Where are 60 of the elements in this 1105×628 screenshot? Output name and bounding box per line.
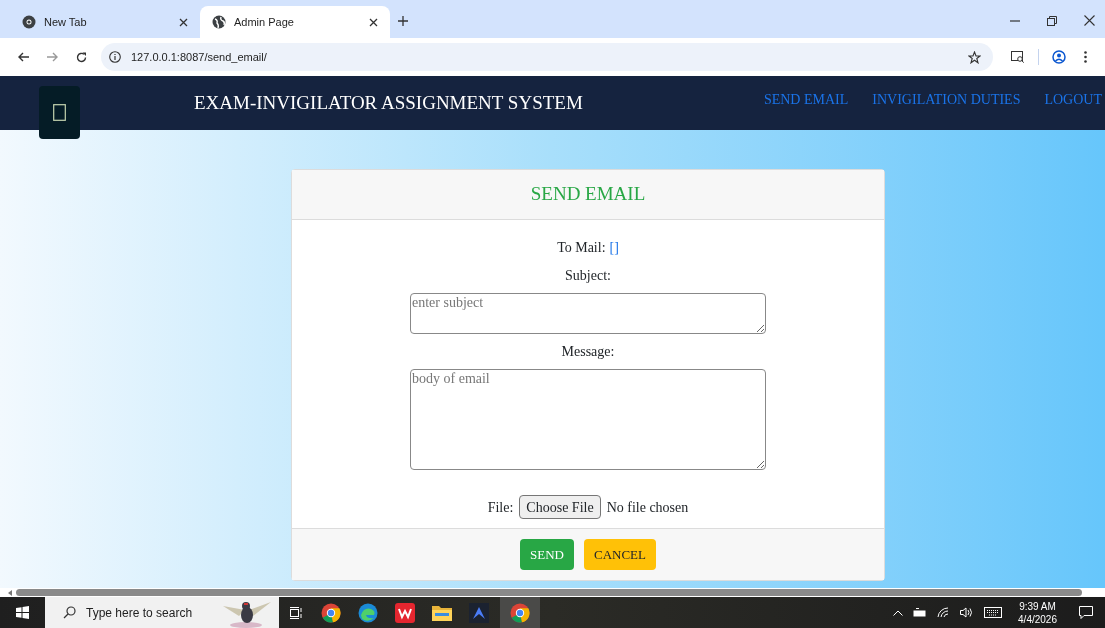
menu-icon[interactable] xyxy=(1084,51,1087,63)
browser-tab[interactable]: New Tab xyxy=(10,6,200,38)
nav-link[interactable]: SEND EMAIL xyxy=(763,88,849,110)
forward-arrow-icon[interactable] xyxy=(47,52,58,62)
tab-title: Admin Page xyxy=(234,14,295,30)
keyboard-icon[interactable] xyxy=(984,607,1003,618)
card-heading: SEND EMAIL xyxy=(530,182,646,207)
folder-app-icon[interactable] xyxy=(432,604,452,621)
star-icon[interactable] xyxy=(968,50,981,64)
url-text: 127.0.0.1:8087/send_email/ xyxy=(131,49,268,65)
app-icon[interactable] xyxy=(469,602,489,623)
cancel-button[interactable]: CANCEL xyxy=(583,539,656,570)
edge-app-icon[interactable] xyxy=(358,602,378,623)
clock-date[interactable]: 4/4/2026 xyxy=(1018,612,1057,626)
speaker-icon[interactable] xyxy=(960,607,975,618)
tab-title: New Tab xyxy=(44,14,88,30)
field-label: Message: xyxy=(561,343,615,361)
recipient-list: [] xyxy=(609,237,619,258)
address-bar[interactable]: 127.0.0.1:8087/send_email/ xyxy=(101,43,993,71)
close-icon[interactable] xyxy=(179,17,188,27)
choose-file-button[interactable]: Choose File xyxy=(519,495,601,519)
plus-icon[interactable] xyxy=(398,16,408,26)
minimize-icon[interactable] xyxy=(1010,19,1020,22)
restore-icon[interactable] xyxy=(1047,15,1057,26)
profile-icon[interactable] xyxy=(1052,50,1066,64)
info-icon[interactable] xyxy=(109,51,121,63)
chevron-up-icon[interactable] xyxy=(893,609,904,616)
chrome-app-icon[interactable] xyxy=(510,602,530,623)
reload-icon[interactable] xyxy=(76,51,87,63)
chrome-app-icon[interactable] xyxy=(321,602,341,623)
windows-logo-icon[interactable] xyxy=(16,606,29,619)
message-field[interactable]: body of email xyxy=(410,369,766,470)
clock-time[interactable]: 9:39 AM xyxy=(1019,599,1056,613)
scroll-left-icon[interactable] xyxy=(8,589,12,596)
nav-link[interactable]: LOGOUT xyxy=(1044,88,1102,110)
field-label: Subject: xyxy=(565,267,611,285)
field-label: File: xyxy=(487,498,514,517)
field-label: To Mail: xyxy=(557,239,606,257)
search-icon xyxy=(63,606,76,619)
page-search-icon[interactable] xyxy=(1011,51,1025,63)
browser-tab[interactable]: Admin Page xyxy=(200,6,390,38)
close-icon[interactable] xyxy=(369,17,378,27)
site-title: EXAM-INVIGILATOR ASSIGNMENT SYSTEM xyxy=(194,90,583,115)
nav-link[interactable]: INVIGILATION DUTIES xyxy=(872,88,1021,110)
task-view-icon[interactable] xyxy=(290,606,304,619)
subject-field[interactable]: enter subject xyxy=(410,293,766,334)
active-app-tile[interactable] xyxy=(500,597,540,628)
file-status: No file chosen xyxy=(606,498,689,517)
close-icon[interactable] xyxy=(1084,15,1095,26)
back-arrow-icon[interactable] xyxy=(18,52,29,62)
globe-icon xyxy=(212,15,226,29)
browser-logo-icon xyxy=(22,15,36,29)
logo-icon xyxy=(53,104,66,121)
taskbar-search-field[interactable]: Type here to search xyxy=(45,597,279,628)
office-app-icon[interactable] xyxy=(395,602,415,623)
wifi-icon[interactable] xyxy=(937,607,951,618)
battery-icon[interactable] xyxy=(913,607,928,618)
logo-tile[interactable] xyxy=(39,86,80,139)
search-placeholder: Type here to search xyxy=(86,604,194,622)
notification-icon[interactable] xyxy=(1079,606,1093,619)
